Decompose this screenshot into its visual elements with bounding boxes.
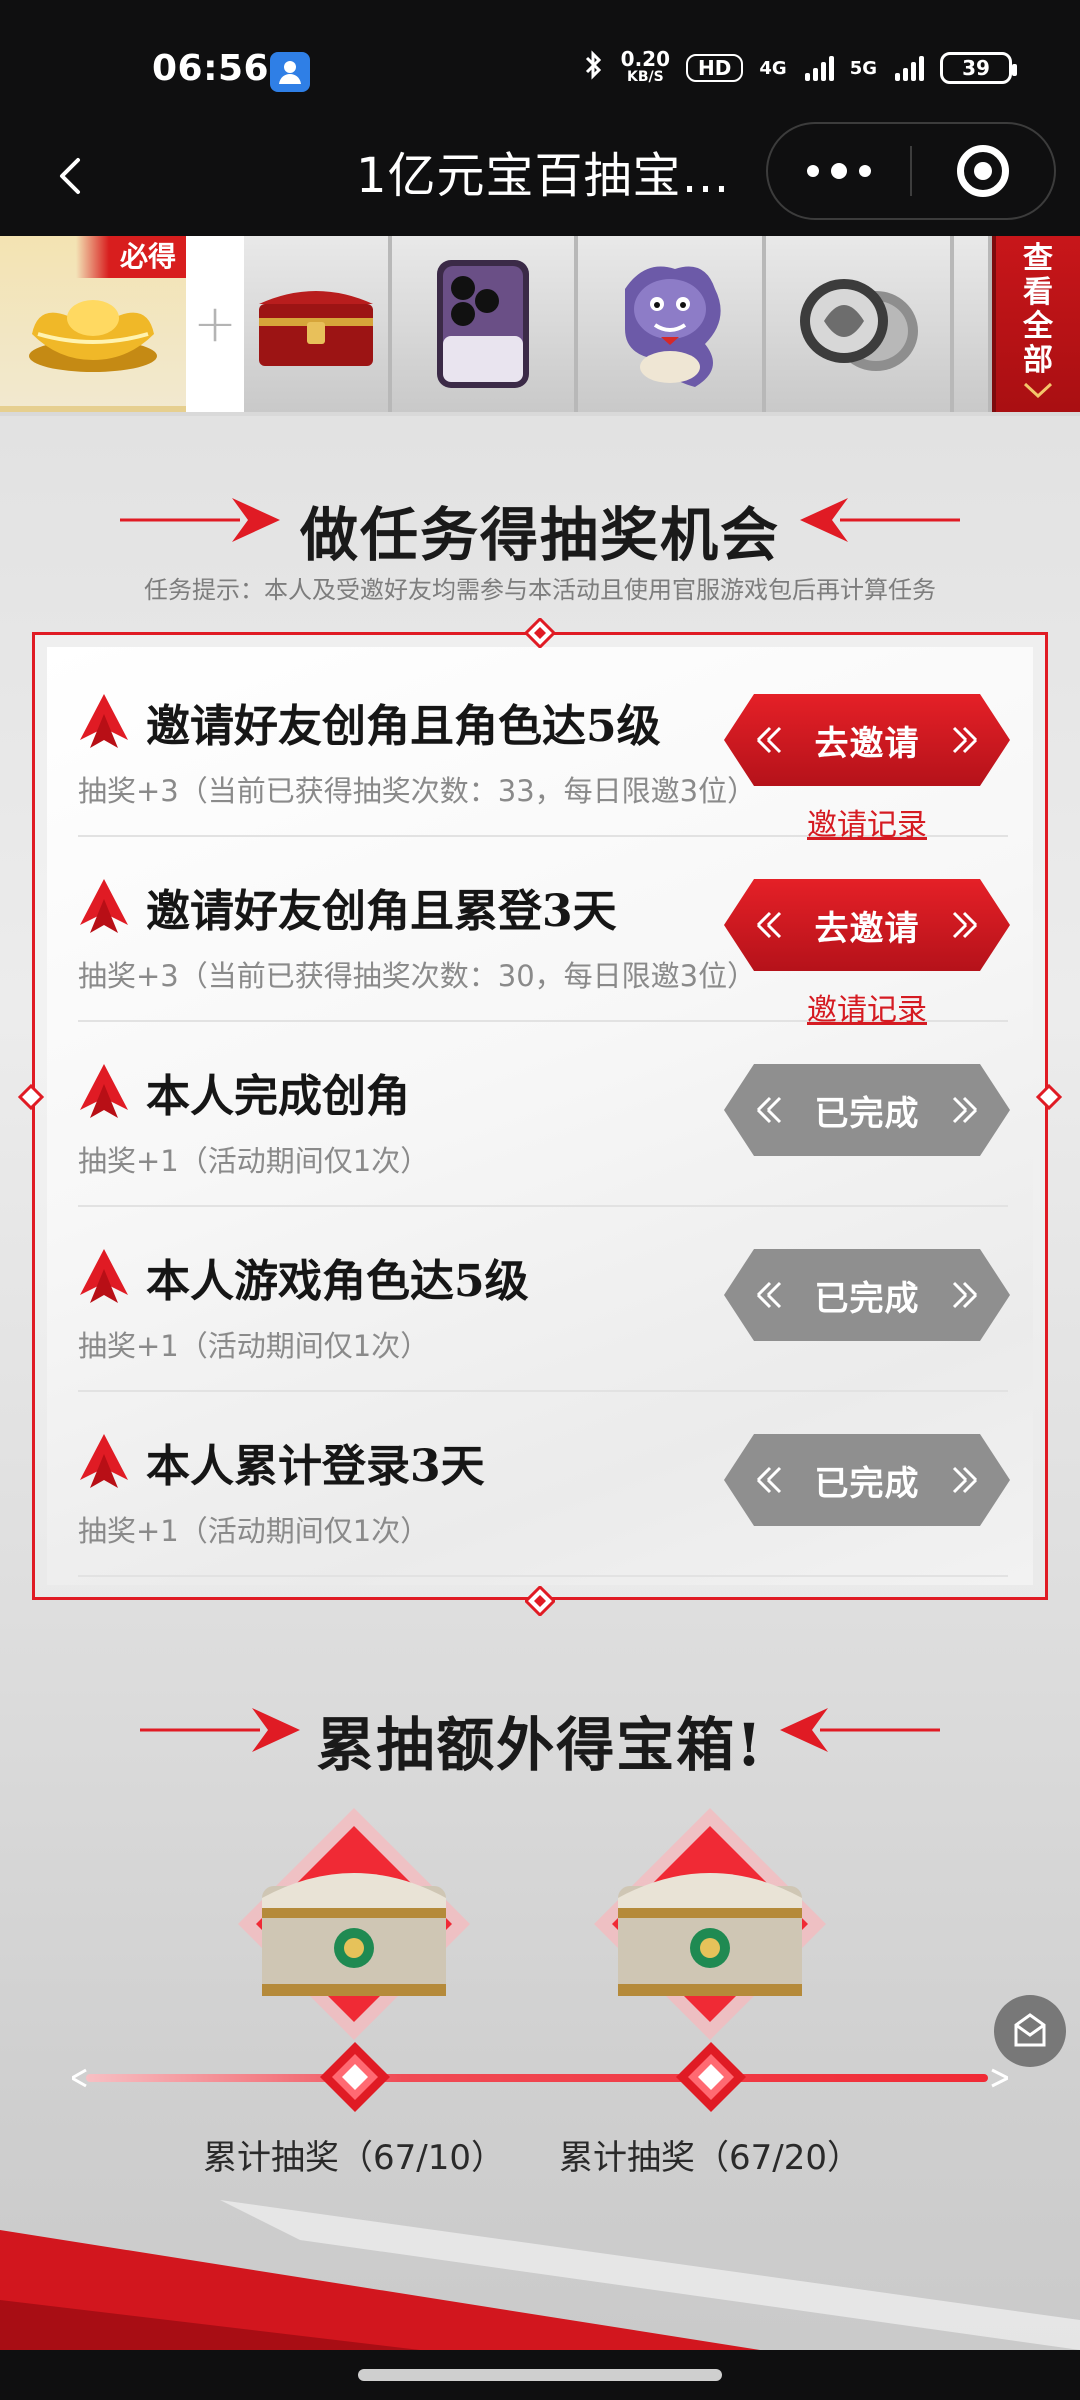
flame-arrow-icon [80,1249,128,1303]
silver-coins-icon [800,279,918,371]
task-title: 本人完成创角 [146,1071,410,1122]
battery-level: 39 [962,56,990,80]
plus-sign: + [186,236,244,412]
task-row-invite-login3: 邀请好友创角且累登3天 抽奖+3（当前已获得抽奖次数：30，每日限邀3位） 去邀… [78,837,1010,1028]
treasure-chest-icon[interactable] [594,1808,826,2040]
milestone-node-icon [676,2042,746,2112]
go-invite-button[interactable]: 去邀请 [724,879,1010,971]
home-indicator[interactable] [358,2369,722,2381]
battery-icon: 39 [940,52,1017,84]
net-speed-value: 0.20 [620,47,671,71]
hd-badge: HD [686,54,744,82]
task-hint: 任务提示：本人及受邀好友均需参与本活动且使用官服游戏包后再计算任务 [144,576,936,604]
diamond-ornament-icon [17,1083,45,1111]
chevron-left-icon [60,158,80,194]
flame-arrow-icon [80,879,128,933]
button-label: 已完成 [814,1093,920,1134]
diamond-ornament-icon [1035,1083,1063,1111]
task-title: 本人游戏角色达5级 [146,1256,529,1307]
view-all-char-1: 查 [1023,241,1053,276]
treasure-chest-icon[interactable] [238,1808,470,2040]
view-all-char-2: 看 [1023,275,1053,310]
status-indicators: 0.20 KB/S HD 4G 5G 39 [583,47,1017,88]
target-close-icon [956,145,1009,197]
top-bar: 06:56 0.20 KB/S HD 4G 5G 39 1亿元宝百抽宝… [0,0,1080,236]
back-button[interactable] [40,144,104,208]
completed-button: 已完成 [724,1434,1010,1526]
chevron-down-icon [1023,382,1053,398]
prize-silver-coins[interactable] [766,236,954,412]
title-arrow-right-icon [800,498,960,542]
task-title: 邀请好友创角且角色达5级 [146,701,661,752]
progress-track [72,2068,1008,2088]
signal-4g-icon [804,55,834,81]
smartphone-icon [437,260,529,388]
task-row-level5: 本人游戏角色达5级 抽奖+1（活动期间仅1次） 已完成 [78,1207,1010,1392]
prize-partial [954,236,992,412]
task-row-create-role: 本人完成创角 抽奖+1（活动期间仅1次） 已完成 [78,1022,1010,1207]
status-bar: 06:56 0.20 KB/S HD 4G 5G 39 [0,0,1080,140]
status-time: 06:56 [152,48,270,89]
diamond-ornament-icon [525,618,555,648]
view-all-char-3: 全 [1023,309,1053,344]
button-label: 去邀请 [814,908,920,949]
close-button[interactable] [912,122,1054,220]
flame-arrow-icon [80,1434,128,1488]
button-label: 已完成 [814,1278,920,1319]
gold-ingot-icon [29,300,157,372]
task-subtitle: 抽奖+1（活动期间仅1次） [78,1514,430,1548]
net-5g-label: 5G [849,57,877,79]
flame-arrow-icon [80,1064,128,1118]
net-speed: 0.20 KB/S [620,47,671,86]
title-arrow-right-icon [780,1708,940,1752]
prize-dragon-mascot[interactable] [578,236,766,412]
envelope-icon [1014,2013,1046,2047]
completed-button: 已完成 [724,1249,1010,1341]
more-button[interactable] [768,122,910,220]
signal-5g-icon [895,55,924,81]
person-icon [270,52,310,92]
message-float-button[interactable] [994,1995,1066,2067]
milestone-node-icon [320,2042,390,2112]
bluetooth-icon [583,50,605,86]
completed-button: 已完成 [724,1064,1010,1156]
task-subtitle: 抽奖+1（活动期间仅1次） [78,1329,430,1363]
go-invite-button[interactable]: 去邀请 [724,694,1010,786]
red-chest-icon [259,291,373,366]
task-subtitle: 抽奖+3（当前已获得抽奖次数：30，每日限邀3位） [78,959,757,993]
net-speed-unit: KB/S [626,69,664,85]
view-all-char-4: 部 [1023,343,1053,378]
task-row-login3: 本人累计登录3天 抽奖+1（活动期间仅1次） 已完成 [78,1392,1010,1577]
task-title: 本人累计登录3天 [146,1441,485,1492]
nav-bar: 1亿元宝百抽宝… [0,120,1080,236]
prize-smartphone[interactable] [392,236,578,412]
task-subtitle: 抽奖+1（活动期间仅1次） [78,1144,430,1178]
must-win-badge: 必得 [76,236,186,278]
task-row-invite-level5: 邀请好友创角且角色达5级 抽奖+3（当前已获得抽奖次数：33，每日限邀3位） 去… [78,652,1010,843]
button-label: 去邀请 [814,723,920,764]
view-all-button[interactable]: 查 看 全 部 [992,236,1080,412]
diamond-ornament-icon [525,1586,555,1616]
mini-program-capsule [766,122,1056,220]
net-4g-label: 4G [759,57,787,79]
task-subtitle: 抽奖+3（当前已获得抽奖次数：33，每日限邀3位） [78,774,757,808]
button-label: 已完成 [814,1463,920,1504]
bottom-red-stripes [0,2200,1080,2350]
milestone-label: 累计抽奖（67/10） [203,2138,505,2178]
milestone-label: 累计抽奖（67/20） [559,2138,861,2178]
page-title: 1亿元宝百抽宝… [356,148,731,204]
prize-strip: 必得 + 查 看 全 部 [0,236,1080,416]
dragon-mascot-icon [625,266,721,387]
task-title: 邀请好友创角且累登3天 [146,886,617,937]
prize-red-chest[interactable] [244,236,392,412]
prize-gold-ingot[interactable]: 必得 [0,236,186,412]
flame-arrow-icon [80,694,128,748]
